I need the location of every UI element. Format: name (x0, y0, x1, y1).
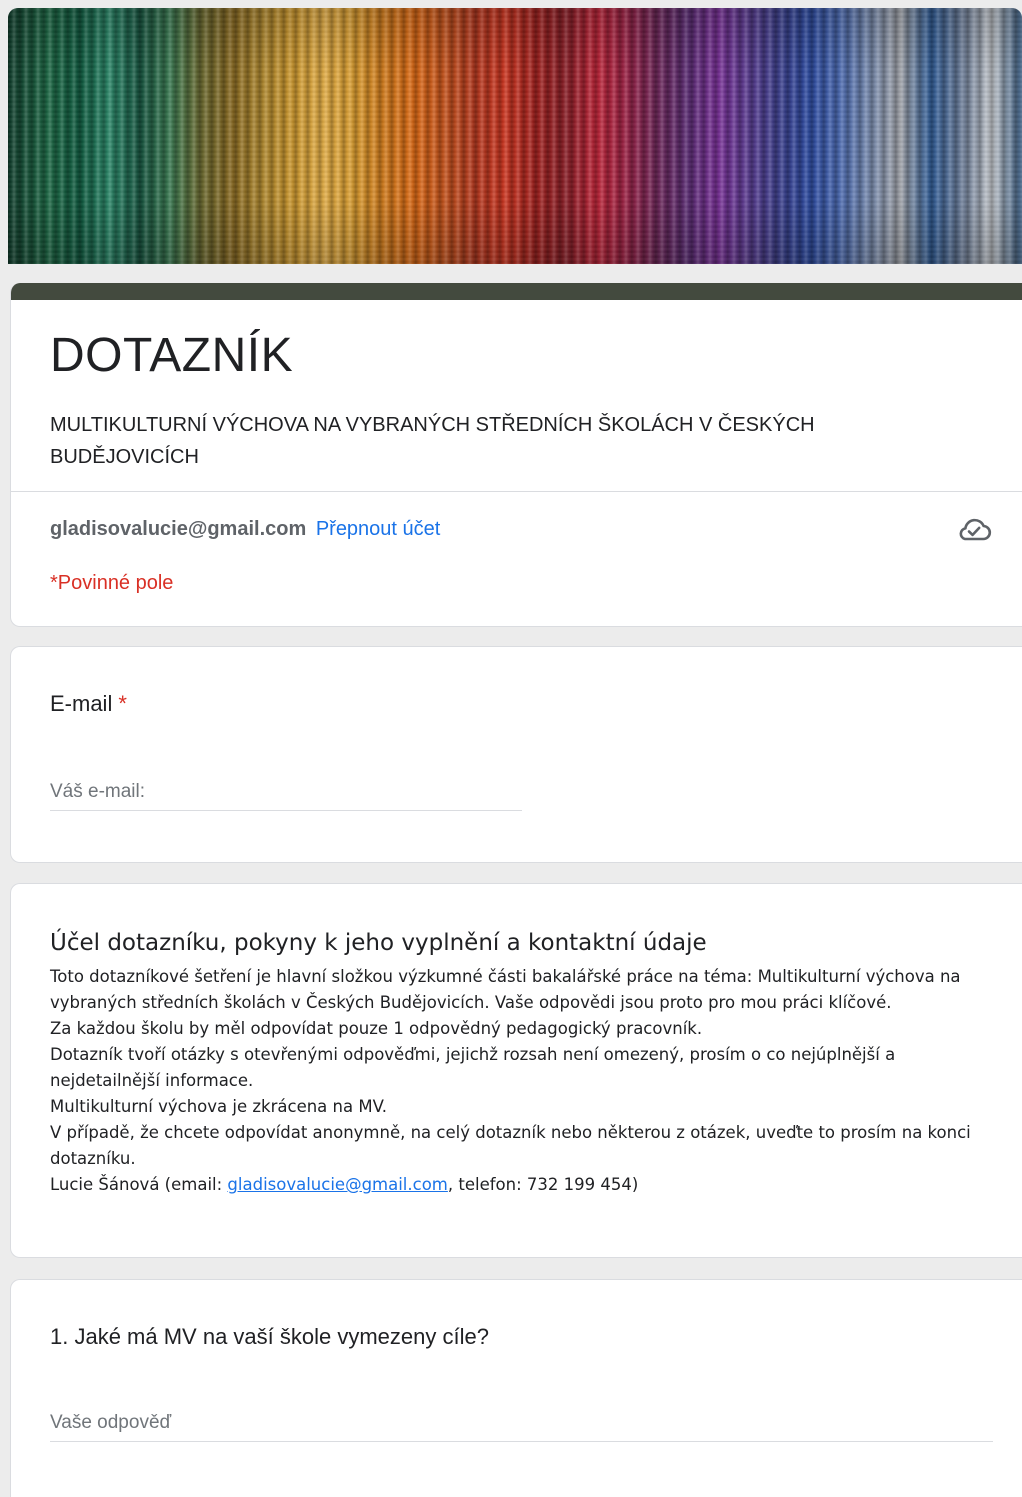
contact-line: Lucie Šánová (email: gladisovalucie@gmai… (50, 1172, 985, 1198)
form-page: DOTAZNÍK MULTIKULTURNÍ VÝCHOVA NA VYBRAN… (0, 0, 1022, 1497)
contact-email-link[interactable]: gladisovalucie@gmail.com (227, 1175, 447, 1194)
divider (11, 491, 1022, 492)
contact-suffix: , telefon: 732 199 454) (447, 1175, 639, 1194)
form-title-card: DOTAZNÍK MULTIKULTURNÍ VÝCHOVA NA VYBRAN… (10, 283, 1022, 627)
description-paragraph: Za každou školu by měl odpovídat pouze 1… (50, 1019, 703, 1038)
account-row: gladisovalucie@gmail.com Přepnout účet (50, 518, 440, 541)
question-1-label: 1. Jaké má MV na vaší škole vymezeny cíl… (50, 1324, 489, 1349)
answer-input[interactable] (50, 1404, 993, 1442)
section-description: Toto dotazníkové šetření je hlavní složk… (50, 964, 985, 1198)
required-marker: * (118, 691, 127, 716)
email-label: E-mail (50, 691, 113, 716)
question-1-card: 1. Jaké má MV na vaší škole vymezeny cíl… (10, 1279, 1022, 1497)
form-title: DOTAZNÍK (50, 329, 294, 382)
question-label: E-mail * (50, 691, 127, 717)
description-paragraph: Toto dotazníkové šetření je hlavní složk… (50, 967, 961, 1012)
email-question-card: E-mail * (10, 646, 1022, 863)
info-section-card: Účel dotazníku, pokyny k jeho vyplnění a… (10, 883, 1022, 1258)
section-title: Účel dotazníku, pokyny k jeho vyplnění a… (50, 930, 707, 956)
switch-account-link[interactable]: Přepnout účet (316, 518, 441, 540)
description-paragraph: V případě, že chcete odpovídat anonymně,… (50, 1123, 971, 1168)
header-banner-image (8, 8, 1022, 264)
contact-prefix: Lucie Šánová (email: (50, 1175, 228, 1194)
description-paragraph: Multikulturní výchova je zkrácena na MV. (50, 1097, 387, 1116)
cloud-check-icon[interactable] (956, 515, 992, 543)
required-field-note: *Povinné pole (50, 572, 174, 594)
form-subtitle: MULTIKULTURNÍ VÝCHOVA NA VYBRANÝCH STŘED… (50, 414, 815, 468)
description-paragraph: Dotazník tvoří otázky s otevřenými odpov… (50, 1045, 896, 1090)
account-email: gladisovalucie@gmail.com (50, 518, 307, 540)
accent-bar (11, 283, 1022, 300)
email-input[interactable] (50, 773, 522, 811)
